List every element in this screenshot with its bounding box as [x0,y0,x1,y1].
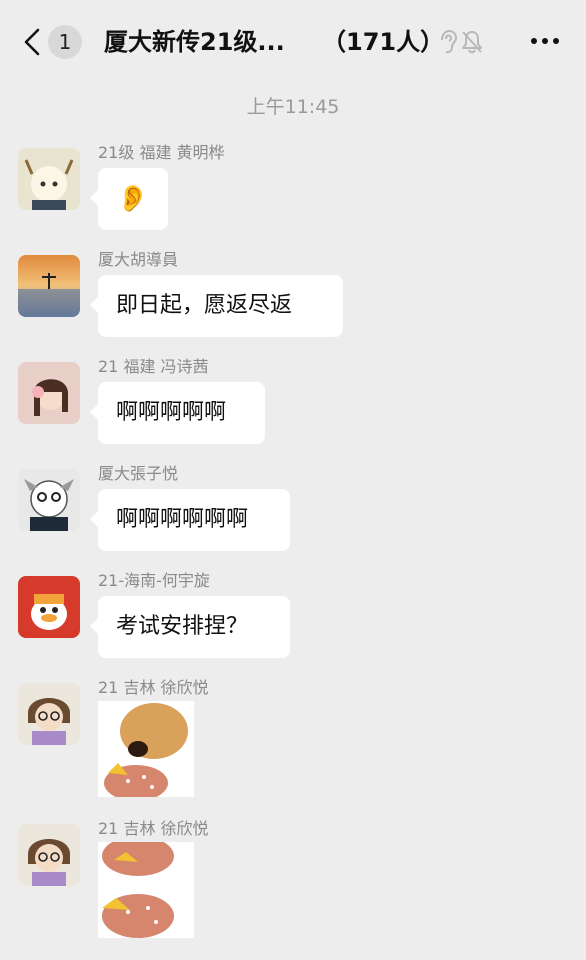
message-item: 21级 福建 黄明桦 👂 [0,140,586,235]
unread-count-badge[interactable]: 1 [48,25,82,59]
message-bubble[interactable]: 啊啊啊啊啊啊 [90,489,290,551]
message-bubble[interactable]: 👂 [90,168,168,230]
burger-sticker[interactable] [98,842,194,938]
avatar[interactable] [18,824,80,886]
ear-icon [441,29,458,54]
sender-name: 21 吉林 徐欣悦 [98,819,209,838]
dog-eating-burger-sticker[interactable] [98,701,194,797]
message-item: 厦大胡導員 即日起，愿返尽返 [0,247,586,342]
avatar[interactable] [18,255,80,317]
back-icon[interactable] [20,27,44,57]
message-item: 21 吉林 徐欣悦 [0,675,586,800]
chat-header: 1 厦大新传21级... （171人） [0,0,586,82]
message-bubble[interactable]: 即日起，愿返尽返 [90,275,343,337]
avatar[interactable] [18,362,80,424]
sender-name: 厦大胡導員 [98,250,179,269]
message-item: 21 福建 冯诗茜 啊啊啊啊啊 [0,354,586,449]
message-timestamp: 上午11:45 [246,96,340,118]
message-item: 21 吉林 徐欣悦 [0,816,586,941]
avatar[interactable] [18,469,80,531]
avatar[interactable] [18,576,80,638]
message-bubble[interactable]: 啊啊啊啊啊 [90,382,265,444]
chat-title[interactable]: 厦大新传21级... [104,24,304,60]
member-count[interactable]: （171人） [322,24,444,60]
avatar[interactable] [18,148,80,210]
mute-bell-icon [462,31,482,54]
sender-name: 21级 福建 黄明桦 [98,143,225,162]
message-item: 21-海南-何宇旋 考试安排捏？ [0,568,586,663]
sender-name: 21 吉林 徐欣悦 [98,678,209,697]
more-icon[interactable] [530,36,560,46]
message-bubble[interactable]: 考试安排捏？ [90,596,290,658]
ear-emoji: 👂 [116,184,150,214]
message-item: 厦大張子悦 啊啊啊啊啊啊 [0,461,586,556]
sender-name: 21 福建 冯诗茜 [98,357,209,376]
avatar[interactable] [18,683,80,745]
sender-name: 厦大張子悦 [98,464,179,483]
sender-name: 21-海南-何宇旋 [98,571,210,590]
